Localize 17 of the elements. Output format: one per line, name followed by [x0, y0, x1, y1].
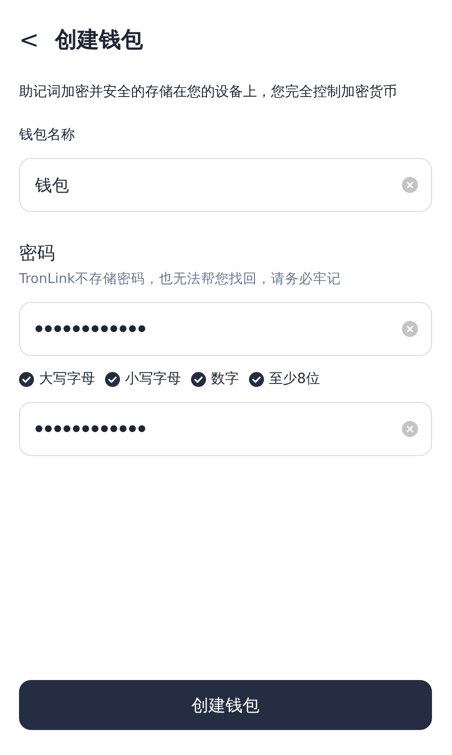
password-field[interactable]: ●●●●●●●●●●●● — [19, 302, 432, 356]
back-button[interactable]: < — [19, 26, 40, 54]
confirm-password-field[interactable]: ●●●●●●●●●●●● — [19, 402, 432, 456]
description: 助记词加密并安全的存储在您的设备上，您完全控制加密货币 — [19, 83, 398, 102]
clear-icon[interactable] — [402, 177, 418, 193]
page-title: 创建钱包 — [55, 27, 144, 55]
field-label: 钱包名称 — [19, 126, 76, 144]
wallet-name-field[interactable]: 钱包 — [19, 158, 432, 212]
field-label: 密码 — [19, 242, 56, 266]
password-hint: TronLink不存储密码，也无法帮您找回，请务必牢记 — [19, 270, 342, 288]
clear-icon[interactable] — [402, 421, 418, 437]
rule-label: 小写字母 — [125, 370, 181, 388]
rule-label: 数字 — [211, 370, 239, 388]
create-wallet-button[interactable]: 创建钱包 — [19, 680, 432, 730]
rule-label: 至少8位 — [269, 370, 320, 388]
clear-icon[interactable] — [402, 321, 418, 337]
rule-label: 大写字母 — [39, 370, 95, 388]
